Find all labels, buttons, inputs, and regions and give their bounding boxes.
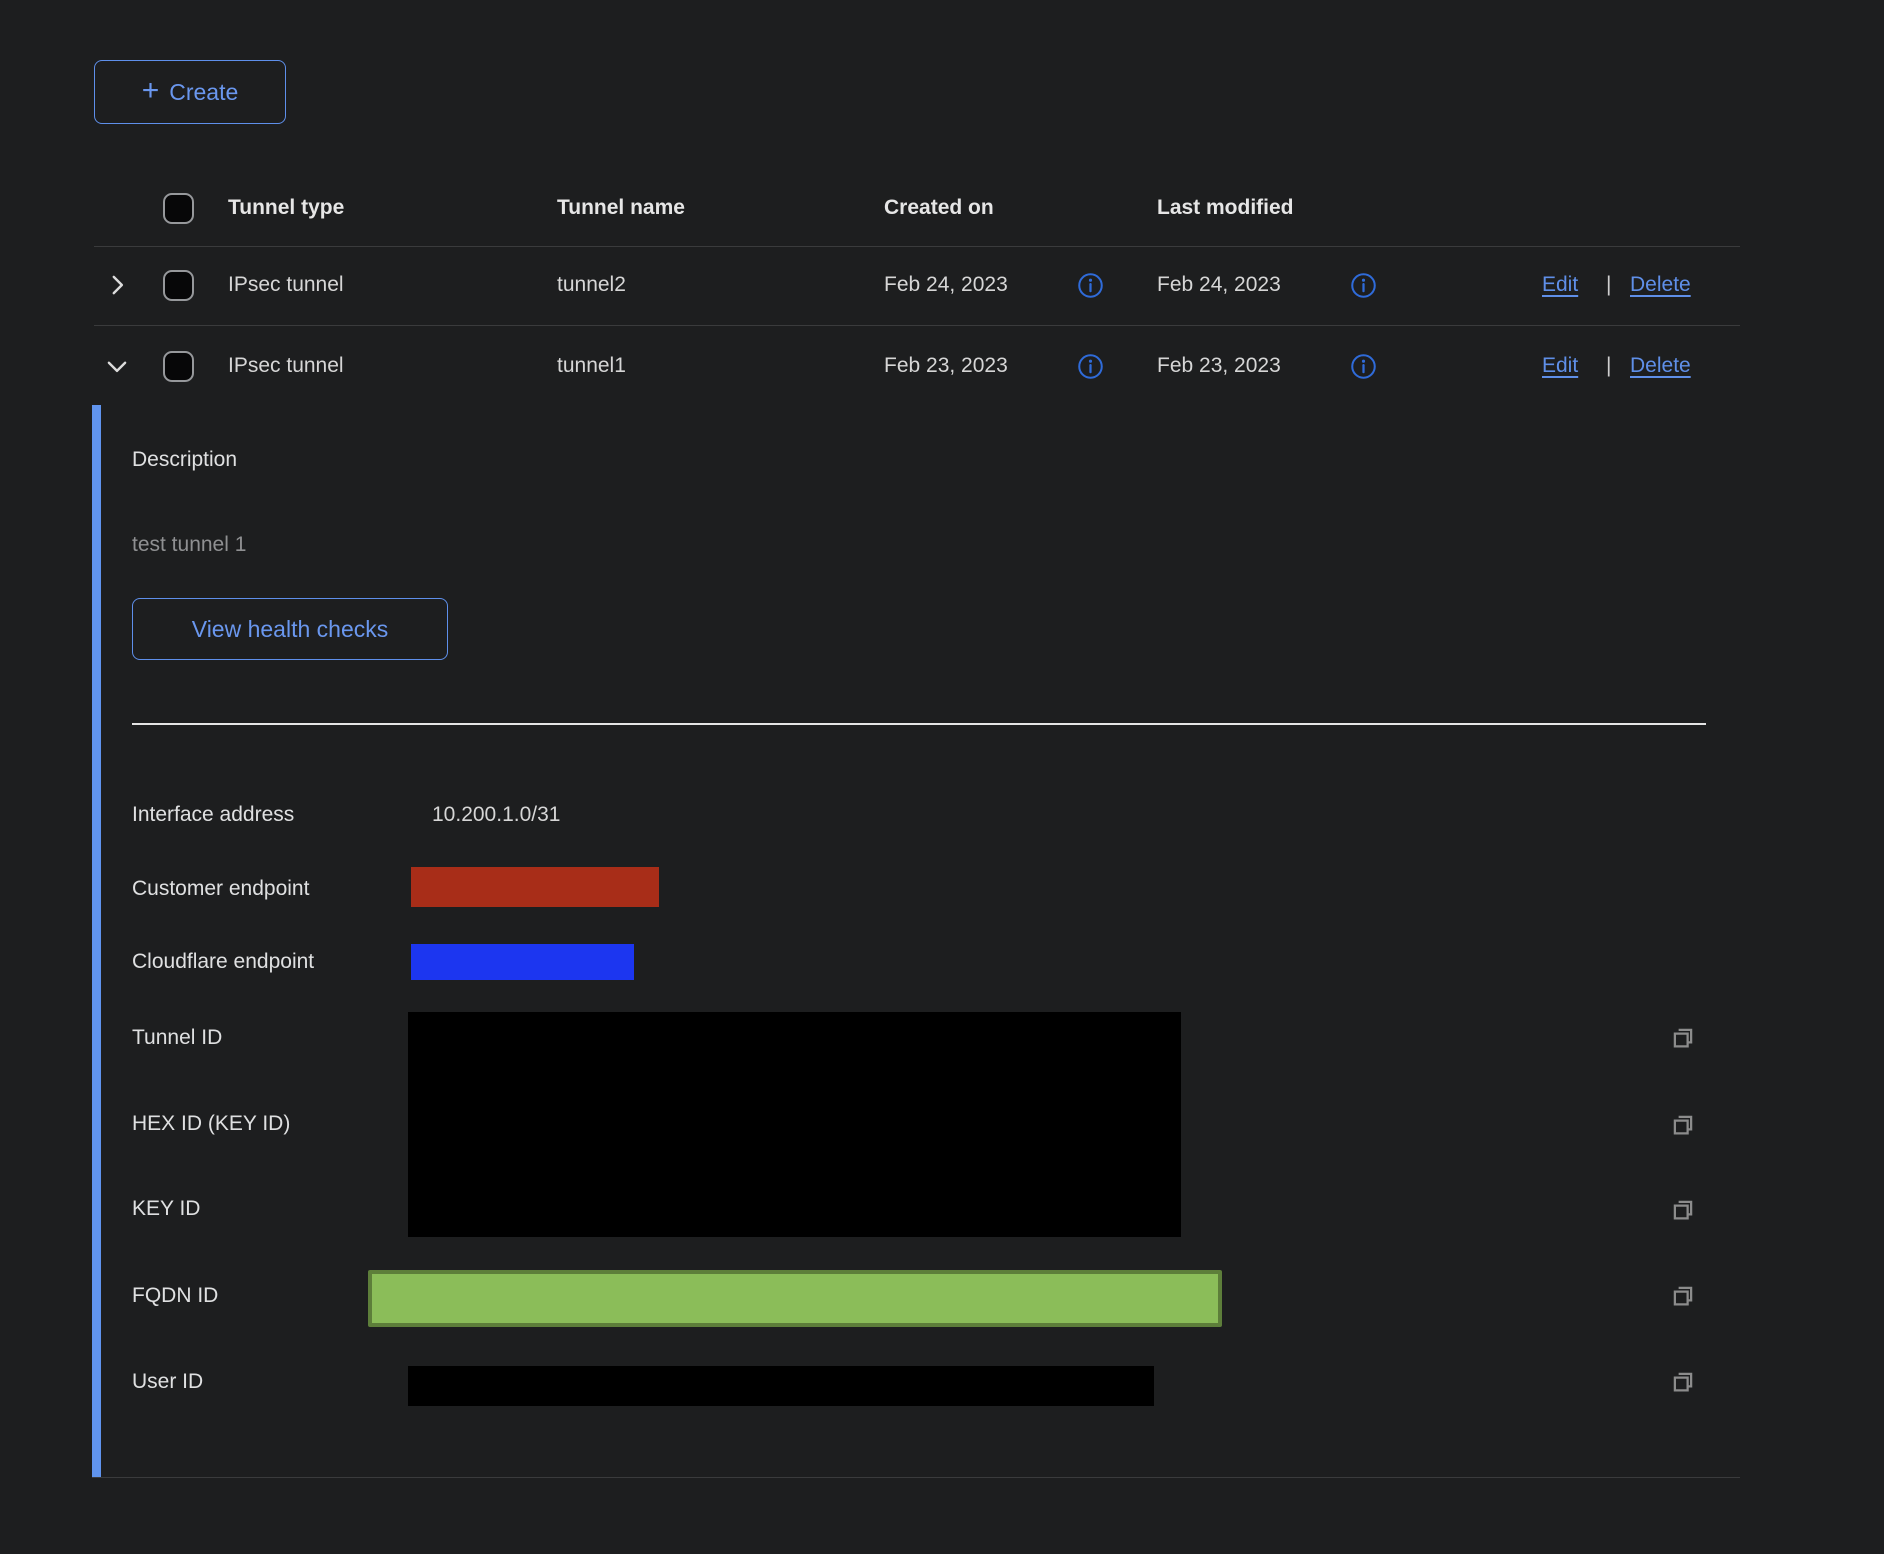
copy-icon[interactable] <box>1668 1110 1698 1140</box>
header-created-on: Created on <box>884 196 994 220</box>
created-on-cell: Feb 23, 2023 <box>884 354 1008 378</box>
fqdn-id-label: FQDN ID <box>132 1284 218 1308</box>
header-divider <box>94 246 1740 247</box>
plus-icon: + <box>142 76 160 106</box>
info-icon[interactable] <box>1077 272 1104 299</box>
tunnel-name-cell: tunnel1 <box>557 354 626 378</box>
last-modified-cell: Feb 24, 2023 <box>1157 273 1281 297</box>
edit-link[interactable]: Edit <box>1542 273 1578 297</box>
delete-link[interactable]: Delete <box>1630 354 1691 378</box>
id-values-redacted-block <box>408 1012 1181 1237</box>
row-checkbox[interactable] <box>163 351 194 382</box>
cloudflare-endpoint-redacted-value <box>411 944 634 980</box>
info-icon[interactable] <box>1077 353 1104 380</box>
create-button-label: Create <box>169 79 238 106</box>
copy-icon[interactable] <box>1668 1023 1698 1053</box>
customer-endpoint-redacted-value <box>411 867 659 907</box>
row-divider <box>94 325 1740 326</box>
last-modified-cell: Feb 23, 2023 <box>1157 354 1281 378</box>
select-all-checkbox[interactable] <box>163 193 194 224</box>
copy-icon[interactable] <box>1668 1195 1698 1225</box>
description-label: Description <box>132 448 237 472</box>
tunnel-name-cell: tunnel2 <box>557 273 626 297</box>
created-on-cell: Feb 24, 2023 <box>884 273 1008 297</box>
action-separator: | <box>1606 273 1611 297</box>
info-icon[interactable] <box>1350 272 1377 299</box>
create-button[interactable]: + Create <box>94 60 286 124</box>
header-tunnel-type: Tunnel type <box>228 196 344 220</box>
copy-icon[interactable] <box>1668 1367 1698 1397</box>
expanded-row-accent-bar <box>92 405 101 1478</box>
hex-id-label: HEX ID (KEY ID) <box>132 1112 290 1136</box>
fqdn-id-redacted-value <box>368 1270 1222 1327</box>
header-tunnel-name: Tunnel name <box>557 196 685 220</box>
view-health-checks-label: View health checks <box>192 616 388 643</box>
action-separator: | <box>1606 354 1611 378</box>
panel-divider <box>132 723 1706 725</box>
delete-link[interactable]: Delete <box>1630 273 1691 297</box>
tunnel-type-cell: IPsec tunnel <box>228 354 344 378</box>
tunnel-type-cell: IPsec tunnel <box>228 273 344 297</box>
info-icon[interactable] <box>1350 353 1377 380</box>
user-id-redacted-value <box>408 1366 1154 1406</box>
tunnel-id-label: Tunnel ID <box>132 1026 222 1050</box>
view-health-checks-button[interactable]: View health checks <box>132 598 448 660</box>
header-last-modified: Last modified <box>1157 196 1294 220</box>
user-id-label: User ID <box>132 1370 203 1394</box>
copy-icon[interactable] <box>1668 1281 1698 1311</box>
cloudflare-endpoint-label: Cloudflare endpoint <box>132 950 314 974</box>
interface-address-value: 10.200.1.0/31 <box>432 803 560 827</box>
chevron-right-icon[interactable] <box>104 272 130 298</box>
expanded-row-bottom-divider <box>92 1477 1740 1478</box>
key-id-label: KEY ID <box>132 1197 200 1221</box>
customer-endpoint-label: Customer endpoint <box>132 877 309 901</box>
description-value: test tunnel 1 <box>132 533 246 557</box>
interface-address-label: Interface address <box>132 803 294 827</box>
edit-link[interactable]: Edit <box>1542 354 1578 378</box>
chevron-down-icon[interactable] <box>104 353 130 379</box>
row-checkbox[interactable] <box>163 270 194 301</box>
